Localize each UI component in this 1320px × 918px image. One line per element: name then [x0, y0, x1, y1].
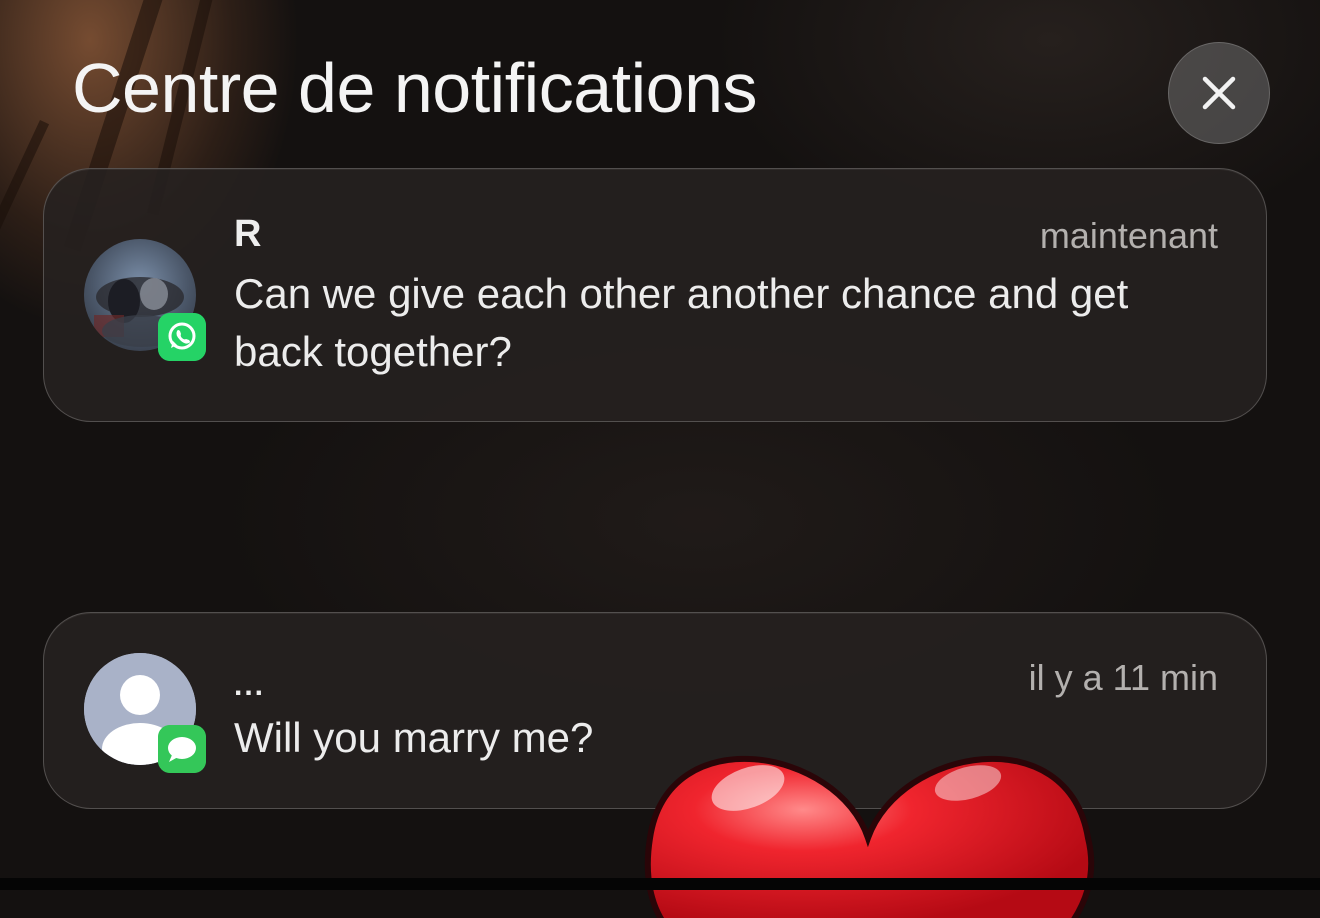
notification-card[interactable]: R maintenant Can we give each other anot… — [43, 168, 1267, 422]
timestamp: maintenant — [1039, 215, 1218, 256]
sender-name: ... — [234, 669, 266, 702]
close-icon — [1202, 76, 1236, 110]
messages-icon — [158, 725, 206, 773]
close-button[interactable] — [1168, 42, 1270, 144]
message-preview: Can we give each other another chance an… — [234, 270, 1129, 375]
whatsapp-icon — [158, 313, 206, 361]
screen-bottom-edge — [0, 878, 1320, 890]
sender-name: R — [234, 213, 262, 255]
page-title: Centre de notifications — [72, 49, 758, 127]
timestamp: il y a 11 min — [1028, 657, 1218, 698]
